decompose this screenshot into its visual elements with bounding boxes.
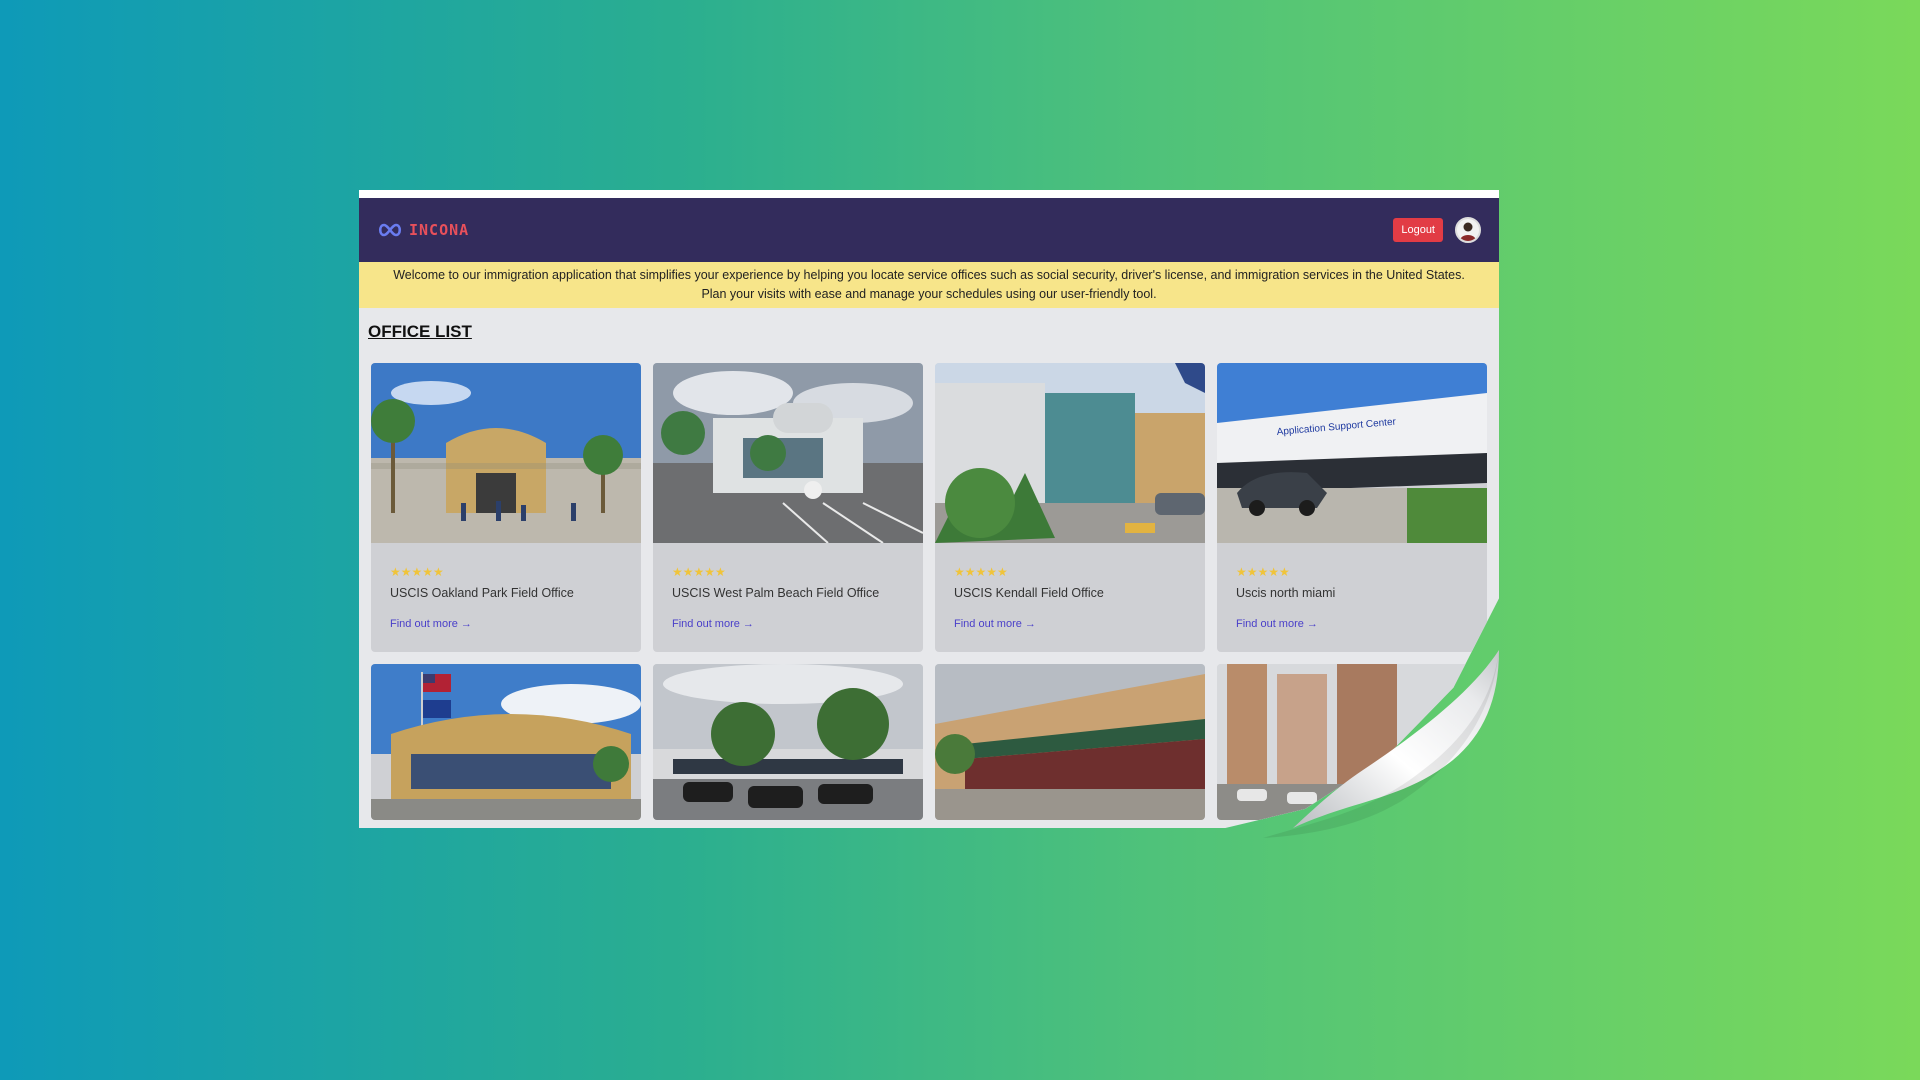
- office-card[interactable]: [1217, 664, 1487, 820]
- banner-line-1: Welcome to our immigration application t…: [393, 268, 1465, 282]
- office-name: Uscis north miami: [1236, 586, 1336, 600]
- logout-button[interactable]: Logout: [1393, 218, 1443, 242]
- office-photo: [371, 664, 641, 820]
- office-photo: [653, 664, 923, 820]
- office-grid: ★★★★★ USCIS Oakland Park Field Office Fi…: [371, 363, 1487, 820]
- office-photo: [653, 363, 923, 543]
- office-name: USCIS Kendall Field Office: [954, 586, 1104, 600]
- office-photo: [1217, 664, 1487, 820]
- find-out-more-link[interactable]: Find out more →: [954, 618, 1036, 630]
- office-photo: [371, 363, 641, 543]
- office-photo: [935, 363, 1205, 543]
- find-out-more-link[interactable]: Find out more →: [672, 618, 754, 630]
- office-card[interactable]: Application Support Center ★★★★★ Uscis n…: [1217, 363, 1487, 652]
- banner-line-2: Plan your visits with ease and manage yo…: [701, 287, 1157, 301]
- office-photo: [935, 664, 1205, 820]
- avatar[interactable]: [1455, 217, 1481, 243]
- office-photo: Application Support Center: [1217, 363, 1487, 543]
- welcome-banner: Welcome to our immigration application t…: [359, 262, 1499, 308]
- page-title: OFFICE LIST: [368, 322, 472, 341]
- brand-name: INCONA: [409, 221, 470, 239]
- office-card[interactable]: [371, 664, 641, 820]
- rating-stars: ★★★★★: [672, 565, 726, 579]
- office-card[interactable]: ★★★★★ USCIS Oakland Park Field Office Fi…: [371, 363, 641, 652]
- rating-stars: ★★★★★: [390, 565, 444, 579]
- office-name: USCIS West Palm Beach Field Office: [672, 586, 880, 600]
- brand-logo[interactable]: INCONA: [377, 221, 469, 239]
- rating-stars: ★★★★★: [1236, 565, 1290, 579]
- find-out-more-link[interactable]: Find out more →: [390, 618, 472, 630]
- top-navbar: INCONA Logout: [359, 198, 1499, 262]
- infinity-logo-icon: [378, 223, 402, 237]
- rating-stars: ★★★★★: [954, 565, 1008, 579]
- office-name: USCIS Oakland Park Field Office: [390, 586, 574, 600]
- office-card[interactable]: [935, 664, 1205, 820]
- office-card[interactable]: ★★★★★ USCIS Kendall Field Office Find ou…: [935, 363, 1205, 652]
- office-card[interactable]: ★★★★★ USCIS West Palm Beach Field Office…: [653, 363, 923, 652]
- find-out-more-link[interactable]: Find out more →: [1236, 618, 1318, 630]
- app-window: INCONA Logout Welcome to our immigration…: [359, 190, 1499, 828]
- office-card[interactable]: [653, 664, 923, 820]
- user-avatar-icon: [1460, 222, 1476, 241]
